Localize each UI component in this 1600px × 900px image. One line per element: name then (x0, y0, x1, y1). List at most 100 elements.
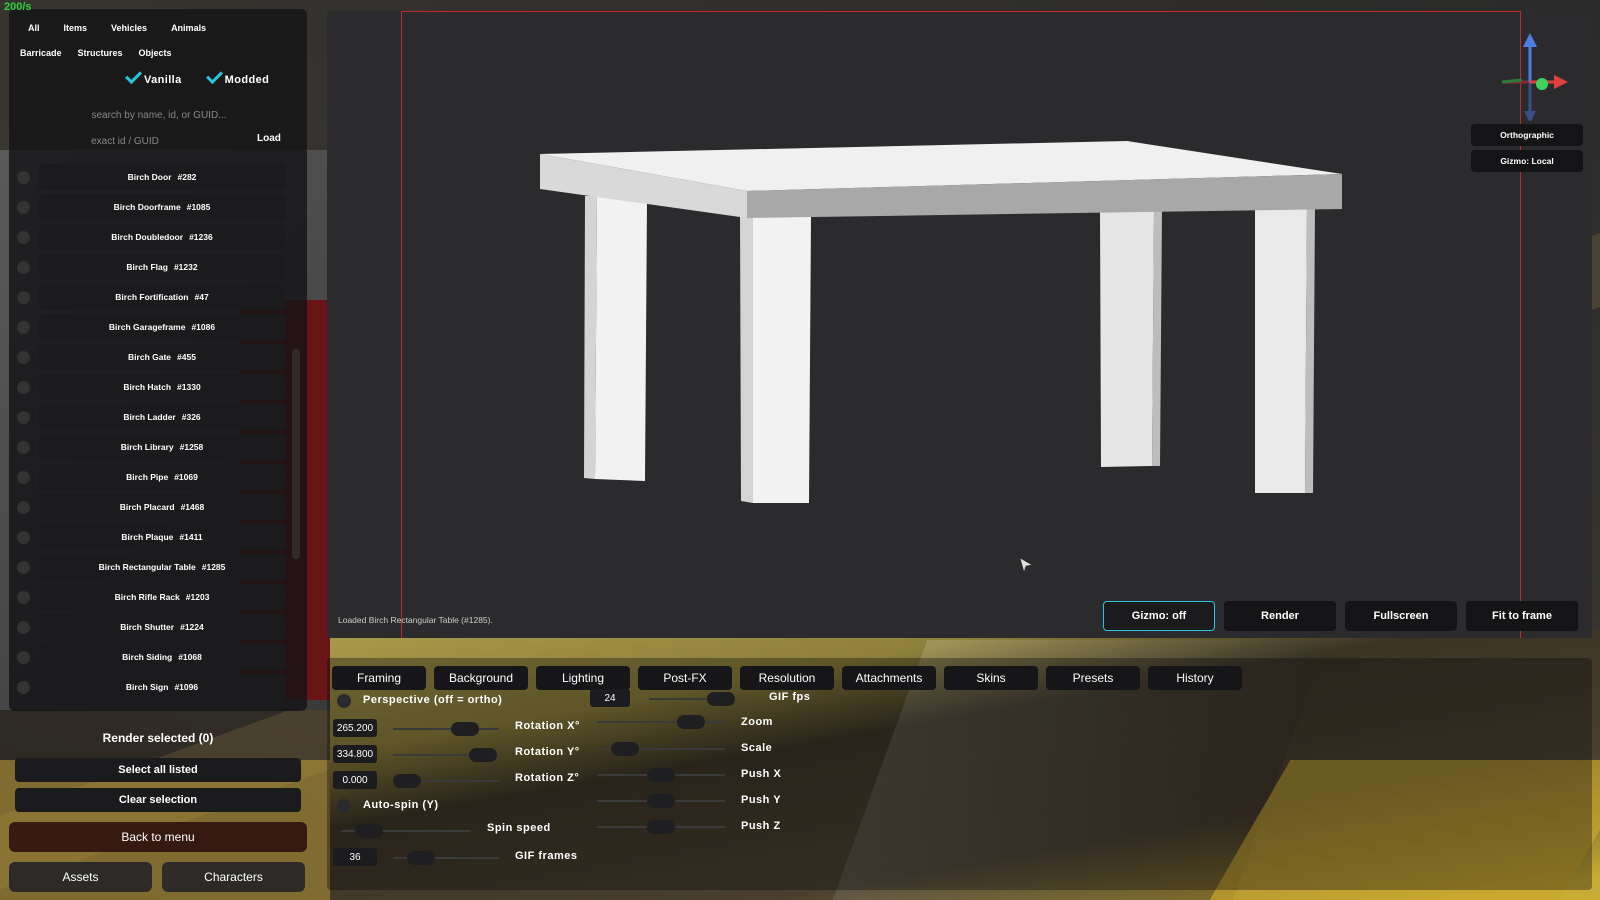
characters-tab[interactable]: Characters (162, 862, 305, 892)
gif-fps-value[interactable]: 24 (590, 689, 630, 707)
select-radio[interactable] (17, 591, 30, 604)
tab-background[interactable]: Background (434, 666, 528, 690)
asset-button[interactable]: Birch Flag #1232 (39, 254, 285, 280)
rotation-x-slider[interactable] (393, 722, 499, 736)
list-item[interactable]: Birch Doubledoor #1236 (9, 224, 307, 250)
asset-button[interactable]: Birch Doubledoor #1236 (39, 224, 285, 250)
select-radio[interactable] (17, 471, 30, 484)
list-item[interactable]: Birch Garageframe #1086 (9, 314, 307, 340)
select-radio[interactable] (17, 681, 30, 694)
select-radio[interactable] (17, 201, 30, 214)
list-item[interactable]: Birch Siding #1068 (9, 644, 307, 670)
asset-list-scrollbar[interactable] (292, 349, 300, 559)
clear-selection-button[interactable]: Clear selection (15, 788, 301, 812)
asset-button[interactable]: Birch Door #282 (39, 164, 285, 190)
autospin-toggle[interactable] (337, 799, 351, 813)
category-vehicles[interactable]: Vehicles (108, 21, 150, 35)
perspective-toggle[interactable] (337, 694, 351, 708)
axis-gizmo-icon[interactable] (1492, 31, 1572, 121)
category-structures[interactable]: Structures (75, 46, 126, 60)
select-radio[interactable] (17, 531, 30, 544)
list-item[interactable]: Birch Pipe #1069 (9, 464, 307, 490)
list-item[interactable]: Birch Shutter #1224 (9, 614, 307, 640)
category-barricade[interactable]: Barricade (17, 46, 65, 60)
tab-post-fx[interactable]: Post-FX (638, 666, 732, 690)
select-radio[interactable] (17, 351, 30, 364)
category-items[interactable]: Items (61, 21, 91, 35)
render-viewport[interactable]: Orthographic Gizmo: Local Loaded Birch R… (327, 11, 1592, 638)
list-item[interactable]: Birch Plaque #1411 (9, 524, 307, 550)
back-to-menu-button[interactable]: Back to menu (9, 822, 307, 852)
list-item[interactable]: Birch Rifle Rack #1203 (9, 584, 307, 610)
asset-button[interactable]: Birch Gate #455 (39, 344, 285, 370)
tab-framing[interactable]: Framing (332, 666, 426, 690)
list-item[interactable]: Birch Rectangular Table #1285 (9, 554, 307, 580)
list-item[interactable]: Birch Sign #1096 (9, 674, 307, 700)
assets-tab[interactable]: Assets (9, 862, 152, 892)
orthographic-button[interactable]: Orthographic (1471, 124, 1583, 146)
tab-history[interactable]: History (1148, 666, 1242, 690)
gif-frames-slider[interactable] (393, 851, 499, 865)
list-item[interactable]: Birch Library #1258 (9, 434, 307, 460)
select-radio[interactable] (17, 621, 30, 634)
select-radio[interactable] (17, 321, 30, 334)
asset-button[interactable]: Birch Pipe #1069 (39, 464, 285, 490)
select-radio[interactable] (17, 561, 30, 574)
select-radio[interactable] (17, 381, 30, 394)
category-all[interactable]: All (25, 21, 43, 35)
list-item[interactable]: Birch Gate #455 (9, 344, 307, 370)
select-radio[interactable] (17, 261, 30, 274)
asset-button[interactable]: Birch Fortification #47 (39, 284, 285, 310)
push-y-slider[interactable] (597, 794, 725, 808)
tab-resolution[interactable]: Resolution (740, 666, 834, 690)
push-z-slider[interactable] (597, 820, 725, 834)
list-item[interactable]: Birch Door #282 (9, 164, 307, 190)
list-item[interactable]: Birch Ladder #326 (9, 404, 307, 430)
asset-button[interactable]: Birch Siding #1068 (39, 644, 285, 670)
select-radio[interactable] (17, 231, 30, 244)
asset-button[interactable]: Birch Doorframe #1085 (39, 194, 285, 220)
category-objects[interactable]: Objects (136, 46, 175, 60)
render-selected-button[interactable]: Render selected (0) (15, 726, 301, 750)
push-x-slider[interactable] (597, 768, 725, 782)
spin-speed-slider[interactable] (341, 824, 471, 838)
list-item[interactable]: Birch Placard #1468 (9, 494, 307, 520)
gizmo-local-button[interactable]: Gizmo: Local (1471, 150, 1583, 172)
select-radio[interactable] (17, 441, 30, 454)
rotation-y-value[interactable]: 334.800 (333, 745, 377, 763)
gizmo-toggle-button[interactable]: Gizmo: off (1103, 601, 1215, 631)
select-radio[interactable] (17, 171, 30, 184)
asset-button[interactable]: Birch Library #1258 (39, 434, 285, 460)
asset-button[interactable]: Birch Shutter #1224 (39, 614, 285, 640)
select-radio[interactable] (17, 291, 30, 304)
exact-id-input[interactable] (25, 130, 225, 152)
render-button[interactable]: Render (1224, 601, 1336, 631)
asset-button[interactable]: Birch Placard #1468 (39, 494, 285, 520)
list-item[interactable]: Birch Hatch #1330 (9, 374, 307, 400)
select-radio[interactable] (17, 501, 30, 514)
rotation-z-slider[interactable] (393, 774, 499, 788)
fullscreen-button[interactable]: Fullscreen (1345, 601, 1457, 631)
asset-button[interactable]: Birch Rifle Rack #1203 (39, 584, 285, 610)
asset-button[interactable]: Birch Plaque #1411 (39, 524, 285, 550)
asset-button[interactable]: Birch Sign #1096 (39, 674, 285, 700)
tab-lighting[interactable]: Lighting (536, 666, 630, 690)
rotation-x-value[interactable]: 265.200 (333, 719, 377, 737)
list-item[interactable]: Birch Doorframe #1085 (9, 194, 307, 220)
gif-fps-slider[interactable] (649, 692, 735, 706)
scale-slider[interactable] (597, 742, 725, 756)
category-animals[interactable]: Animals (168, 21, 209, 35)
search-input[interactable] (25, 104, 293, 126)
select-radio[interactable] (17, 651, 30, 664)
fit-to-frame-button[interactable]: Fit to frame (1466, 601, 1578, 631)
select-radio[interactable] (17, 411, 30, 424)
asset-button[interactable]: Birch Garageframe #1086 (39, 314, 285, 340)
asset-button[interactable]: Birch Hatch #1330 (39, 374, 285, 400)
load-button[interactable]: Load (257, 133, 281, 144)
list-item[interactable]: Birch Fortification #47 (9, 284, 307, 310)
modded-checkbox[interactable]: Modded (205, 67, 270, 86)
gif-frames-value[interactable]: 36 (333, 848, 377, 866)
rotation-z-value[interactable]: 0.000 (333, 771, 377, 789)
tab-attachments[interactable]: Attachments (842, 666, 936, 690)
vanilla-checkbox[interactable]: Vanilla (125, 67, 182, 86)
